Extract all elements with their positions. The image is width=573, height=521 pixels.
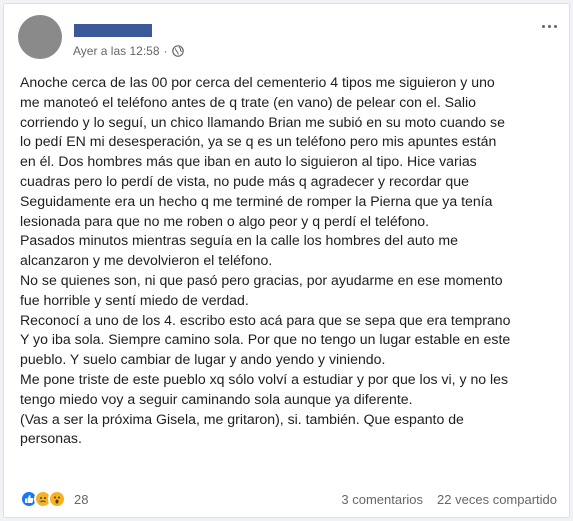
shares-count-link[interactable]: 22 veces compartido bbox=[437, 492, 557, 507]
post-line: fue horrible y sentí miedo de verdad. bbox=[20, 291, 249, 308]
post-meta: Ayer a las 12:58 · bbox=[73, 44, 184, 58]
author-name-redacted[interactable] bbox=[74, 24, 152, 37]
post-line: me manoteó el teléfono antes de q trate … bbox=[20, 93, 476, 110]
meta-separator: · bbox=[163, 44, 168, 58]
post-line: No se quienes son, ni que pasó pero grac… bbox=[20, 271, 503, 288]
post-line: personas. bbox=[20, 430, 82, 447]
globe-icon[interactable] bbox=[171, 45, 184, 57]
post-footer: 28 3 comentarios 22 veces compartido bbox=[20, 488, 557, 510]
post-line: Pasados minutos mientras seguía en la ca… bbox=[20, 232, 458, 249]
post-line: lesionada para que no me roben o algo pe… bbox=[20, 212, 430, 229]
comments-count-link[interactable]: 3 comentarios bbox=[341, 492, 423, 507]
reactions-summary[interactable]: 28 bbox=[20, 490, 88, 508]
post-line: pueblo. Y suelo cambiar de lugar y ando … bbox=[20, 351, 386, 368]
post-body: Anoche cerca de las 00 por cerca del cem… bbox=[20, 73, 563, 449]
post-line: tengo miedo voy a seguir caminando sola … bbox=[20, 390, 413, 407]
post-line: Me pone triste de este pueblo xq sólo vo… bbox=[20, 370, 509, 387]
post-line: Reconocí a uno de los 4. escribo esto ac… bbox=[20, 311, 511, 328]
reaction-count: 28 bbox=[74, 491, 89, 507]
post-line: cuadras pero lo perdí de vista, no pude … bbox=[20, 172, 469, 189]
post-card: Ayer a las 12:58 · Anoche cerca de las 0… bbox=[3, 3, 570, 518]
post-line: Anoche cerca de las 00 por cerca del cem… bbox=[20, 74, 495, 90]
avatar[interactable] bbox=[18, 15, 62, 59]
post-line: alcanzaron y me devolvieron el teléfono. bbox=[20, 252, 273, 269]
post-line: Seguidamente era un hecho q me terminé d… bbox=[20, 192, 493, 209]
wow-icon bbox=[48, 490, 66, 508]
more-options-icon[interactable] bbox=[539, 16, 559, 36]
post-line: lo pedí EN mi desesperación, ya se q es … bbox=[20, 133, 497, 150]
post-line: (Vas a ser la próxima Gisela, me gritaro… bbox=[20, 410, 464, 427]
post-timestamp[interactable]: Ayer a las 12:58 bbox=[73, 44, 160, 58]
post-line: en él. Dos hombres más que iban en auto … bbox=[20, 153, 477, 170]
post-line: corriendo y lo seguí, un chico llamando … bbox=[20, 113, 505, 130]
post-line: Y yo iba sola. Siempre camino sola. Por … bbox=[20, 331, 511, 348]
post-stats: 3 comentarios 22 veces compartido bbox=[341, 492, 557, 507]
